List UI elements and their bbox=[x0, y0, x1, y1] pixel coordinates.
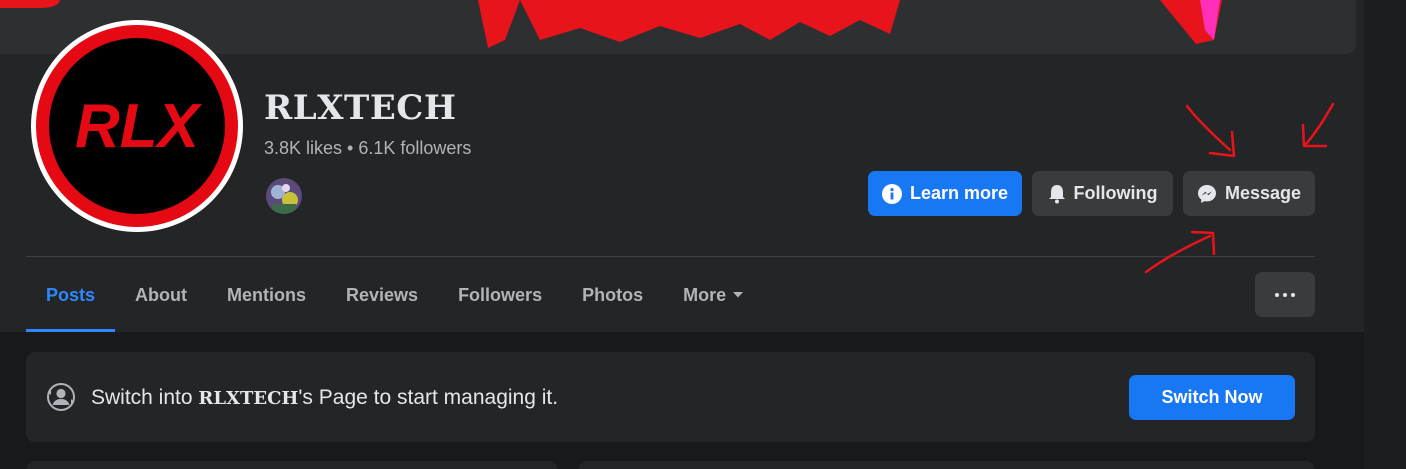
follower-avatar-image bbox=[266, 178, 302, 214]
message-label: Message bbox=[1224, 183, 1302, 203]
tab-posts[interactable]: Posts bbox=[26, 258, 116, 332]
switch-page-name: RLXTECH bbox=[198, 388, 299, 409]
tab-more[interactable]: More bbox=[663, 258, 764, 332]
page-title: RLXTECH bbox=[264, 88, 457, 128]
page-tabs: Posts About Mentions Reviews Followers P… bbox=[26, 258, 764, 332]
learn-more-label: Learn more bbox=[909, 183, 1009, 203]
tab-reviews[interactable]: Reviews bbox=[326, 258, 438, 332]
tab-about[interactable]: About bbox=[115, 258, 207, 332]
follower-avatar[interactable] bbox=[264, 176, 304, 216]
following-label: Following bbox=[1073, 183, 1158, 203]
posts-card bbox=[578, 461, 1315, 469]
page-background-edge bbox=[1364, 0, 1406, 469]
chevron-down-icon bbox=[733, 292, 744, 298]
switch-message: Switch into RLXTECH's Page to start mana… bbox=[91, 386, 559, 409]
more-dots-icon bbox=[1275, 292, 1279, 297]
switch-now-button[interactable]: Switch Now bbox=[1129, 375, 1295, 420]
message-button[interactable]: Message bbox=[1183, 171, 1315, 216]
messenger-icon bbox=[1197, 184, 1216, 203]
more-options-button[interactable] bbox=[1255, 272, 1315, 317]
header-divider bbox=[26, 256, 1315, 257]
tab-mentions[interactable]: Mentions bbox=[207, 258, 326, 332]
profile-switch-icon bbox=[47, 383, 75, 411]
learn-more-button[interactable]: Learn more bbox=[868, 171, 1022, 216]
svg-text:RLX: RLX bbox=[75, 92, 203, 161]
intro-card bbox=[26, 461, 558, 469]
tab-photos[interactable]: Photos bbox=[562, 258, 663, 332]
following-button[interactable]: Following bbox=[1032, 171, 1173, 216]
tab-followers[interactable]: Followers bbox=[438, 258, 562, 332]
info-icon bbox=[881, 183, 902, 204]
rlx-logo: RLX bbox=[36, 25, 238, 227]
page-stats[interactable]: 3.8K likes • 6.1K followers bbox=[264, 138, 471, 159]
bell-icon bbox=[1048, 184, 1065, 203]
page-avatar[interactable]: RLX bbox=[31, 20, 243, 232]
switch-profile-banner: Switch into RLXTECH's Page to start mana… bbox=[26, 352, 1315, 442]
